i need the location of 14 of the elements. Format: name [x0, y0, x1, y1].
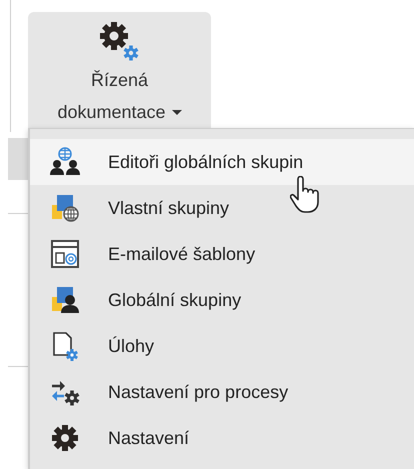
menu-item[interactable]: Globální skupiny	[30, 277, 414, 323]
menu-item[interactable]: Nastavení	[30, 415, 414, 461]
caret-icon	[172, 110, 182, 114]
email-template-icon	[48, 239, 82, 269]
menu-item[interactable]: Nastavení pro procesy	[30, 369, 414, 415]
group-editors-icon	[48, 147, 82, 177]
button-label: Řízená	[90, 69, 148, 92]
menu-item[interactable]: E-mailové šablony	[30, 231, 414, 277]
menu-item[interactable]: Úlohy	[30, 323, 414, 369]
menu-item[interactable]: Editoři globálních skupin	[30, 139, 414, 185]
hand-cursor-icon	[290, 176, 320, 214]
menu-item[interactable]: Vlastní skupiny	[30, 185, 414, 231]
gears-icon	[100, 22, 140, 62]
button-label: dokumentace	[57, 101, 166, 124]
